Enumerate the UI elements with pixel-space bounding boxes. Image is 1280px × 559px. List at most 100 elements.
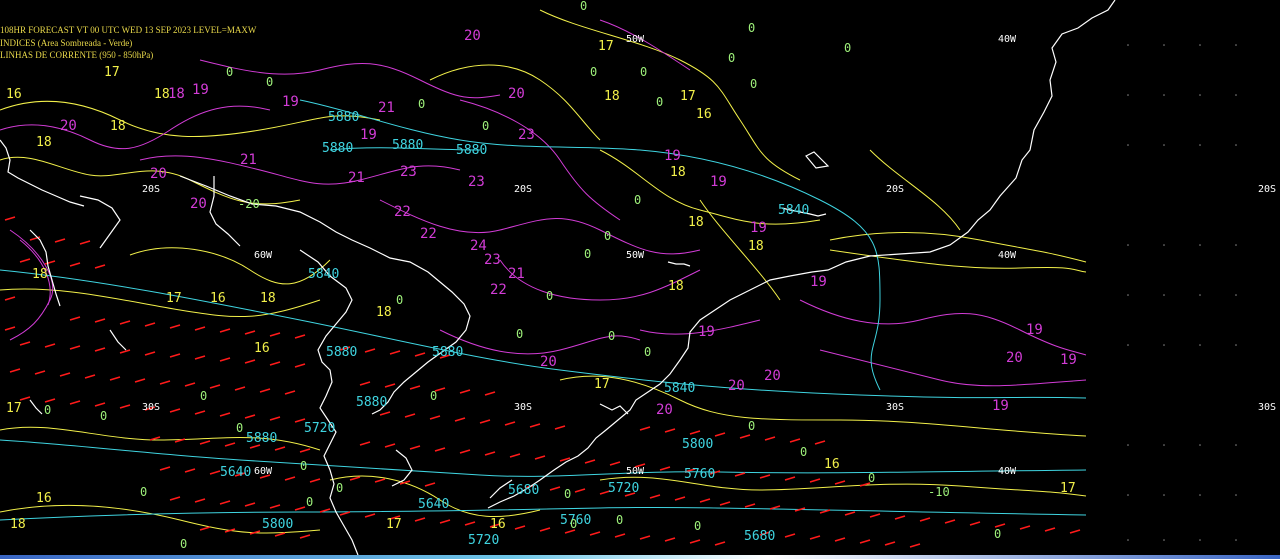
magenta-label: 21 <box>348 170 365 186</box>
green-label: 0 <box>564 487 571 501</box>
lat-label-20s-mid: 20S <box>514 184 532 195</box>
green-label: 0 <box>584 247 591 261</box>
cyan-label: 5640 <box>418 497 449 512</box>
green-label: 0 <box>516 327 523 341</box>
green-label: 0 <box>140 485 147 499</box>
magenta-label: 20 <box>764 368 781 384</box>
magenta-label: 23 <box>484 252 501 268</box>
cyan-label: 5840 <box>778 203 809 218</box>
green-label: -20 <box>238 197 260 211</box>
yellow-label: 18 <box>154 87 170 102</box>
magenta-label: 20 <box>150 166 167 182</box>
cyan-label: 5800 <box>262 517 293 532</box>
green-label: 0 <box>570 517 577 531</box>
magenta-label: 19 <box>192 82 209 98</box>
yellow-label: 17 <box>104 65 120 80</box>
lon-label-50w-mid: 50W <box>626 250 645 261</box>
magenta-label: 19 <box>810 274 827 290</box>
cyan-label: 5880 <box>392 138 423 153</box>
lat-label-30s-right: 30S <box>886 402 904 413</box>
green-label: 0 <box>694 519 701 533</box>
cyan-label: 5840 <box>664 381 695 396</box>
cyan-label: 5720 <box>468 533 499 548</box>
magenta-label: 19 <box>1060 352 1077 368</box>
cyan-label: 5680 <box>508 483 539 498</box>
yellow-label: 17 <box>6 401 22 416</box>
green-label: 0 <box>180 537 187 551</box>
lon-label-50w-top: 50W <box>626 34 645 45</box>
yellow-label: 18 <box>260 291 276 306</box>
yellow-label: 16 <box>696 107 712 122</box>
lon-label-60w-low: 60W <box>254 466 273 477</box>
green-label: 0 <box>750 77 757 91</box>
magenta-label: 20 <box>464 28 481 44</box>
lon-label-60w: 60W <box>254 250 273 261</box>
weather-forecast-map: 40W 50W 20S 20S 20S 20S 60W 50W 40W 30S … <box>0 0 1280 559</box>
magenta-label: 23 <box>468 174 485 190</box>
green-label: 0 <box>396 293 403 307</box>
green-label: 0 <box>994 527 1001 541</box>
green-label: 0 <box>604 229 611 243</box>
magenta-label: 19 <box>360 127 377 143</box>
cyan-label: 5720 <box>608 481 639 496</box>
green-label: 0 <box>590 65 597 79</box>
magenta-label: 19 <box>1026 322 1043 338</box>
green-label: 0 <box>100 409 107 423</box>
yellow-label: 18 <box>604 89 620 104</box>
green-label: 0 <box>430 389 437 403</box>
lon-label-40w-top: 40W <box>998 34 1017 45</box>
cyan-label: 5760 <box>684 467 715 482</box>
lat-label-20s-far: 20S <box>1258 184 1276 195</box>
green-label: 0 <box>44 403 51 417</box>
green-label: 0 <box>640 65 647 79</box>
yellow-label: 18 <box>10 517 26 532</box>
green-label: 0 <box>844 41 851 55</box>
green-label: 0 <box>226 65 233 79</box>
yellow-label: 17 <box>680 89 696 104</box>
green-label: 0 <box>644 345 651 359</box>
magenta-label: 18 <box>168 86 185 102</box>
yellow-label: 16 <box>6 87 22 102</box>
green-label: 0 <box>748 419 755 433</box>
magenta-label: 20 <box>508 86 525 102</box>
green-label: 0 <box>616 513 623 527</box>
yellow-label: 16 <box>824 457 840 472</box>
green-label: 0 <box>580 0 587 13</box>
cyan-label: 5680 <box>744 529 775 544</box>
lon-label-40w-low: 40W <box>998 466 1017 477</box>
magenta-label: 22 <box>490 282 507 298</box>
yellow-label: 18 <box>376 305 392 320</box>
cyan-label: 5880 <box>328 110 359 125</box>
lat-label-30s-far: 30S <box>1258 402 1276 413</box>
lon-label-40w-mid: 40W <box>998 250 1017 261</box>
magenta-label: 19 <box>698 324 715 340</box>
yellow-label: 18 <box>110 119 126 134</box>
cyan-label: 5880 <box>246 431 277 446</box>
magenta-label: 22 <box>394 204 411 220</box>
magenta-label: 19 <box>710 174 727 190</box>
magenta-label: 22 <box>420 226 437 242</box>
green-label: 0 <box>748 21 755 35</box>
green-label: 0 <box>200 389 207 403</box>
magenta-label: 20 <box>728 378 745 394</box>
green-label: 0 <box>634 193 641 207</box>
magenta-label: 19 <box>282 94 299 110</box>
yellow-label: 16 <box>254 341 270 356</box>
yellow-label: 16 <box>36 491 52 506</box>
green-label: 0 <box>656 95 663 109</box>
cyan-label: 5880 <box>326 345 357 360</box>
lat-label-30s-mid: 30S <box>514 402 532 413</box>
yellow-label: 17 <box>166 291 182 306</box>
yellow-label: 18 <box>32 267 48 282</box>
cyan-label: 5640 <box>220 465 251 480</box>
cyan-label: 5720 <box>304 421 335 436</box>
cyan-label: 5880 <box>432 345 463 360</box>
color-strip <box>0 555 1280 559</box>
magenta-label: 23 <box>400 164 417 180</box>
cyan-label: 5800 <box>682 437 713 452</box>
lon-label-50w-low: 50W <box>626 466 645 477</box>
magenta-label: 21 <box>378 100 395 116</box>
lat-label-20s-left: 20S <box>142 184 160 195</box>
green-label: 0 <box>728 51 735 65</box>
indices-legend: INDICES (Area Sombreada - Verde) <box>0 38 133 48</box>
